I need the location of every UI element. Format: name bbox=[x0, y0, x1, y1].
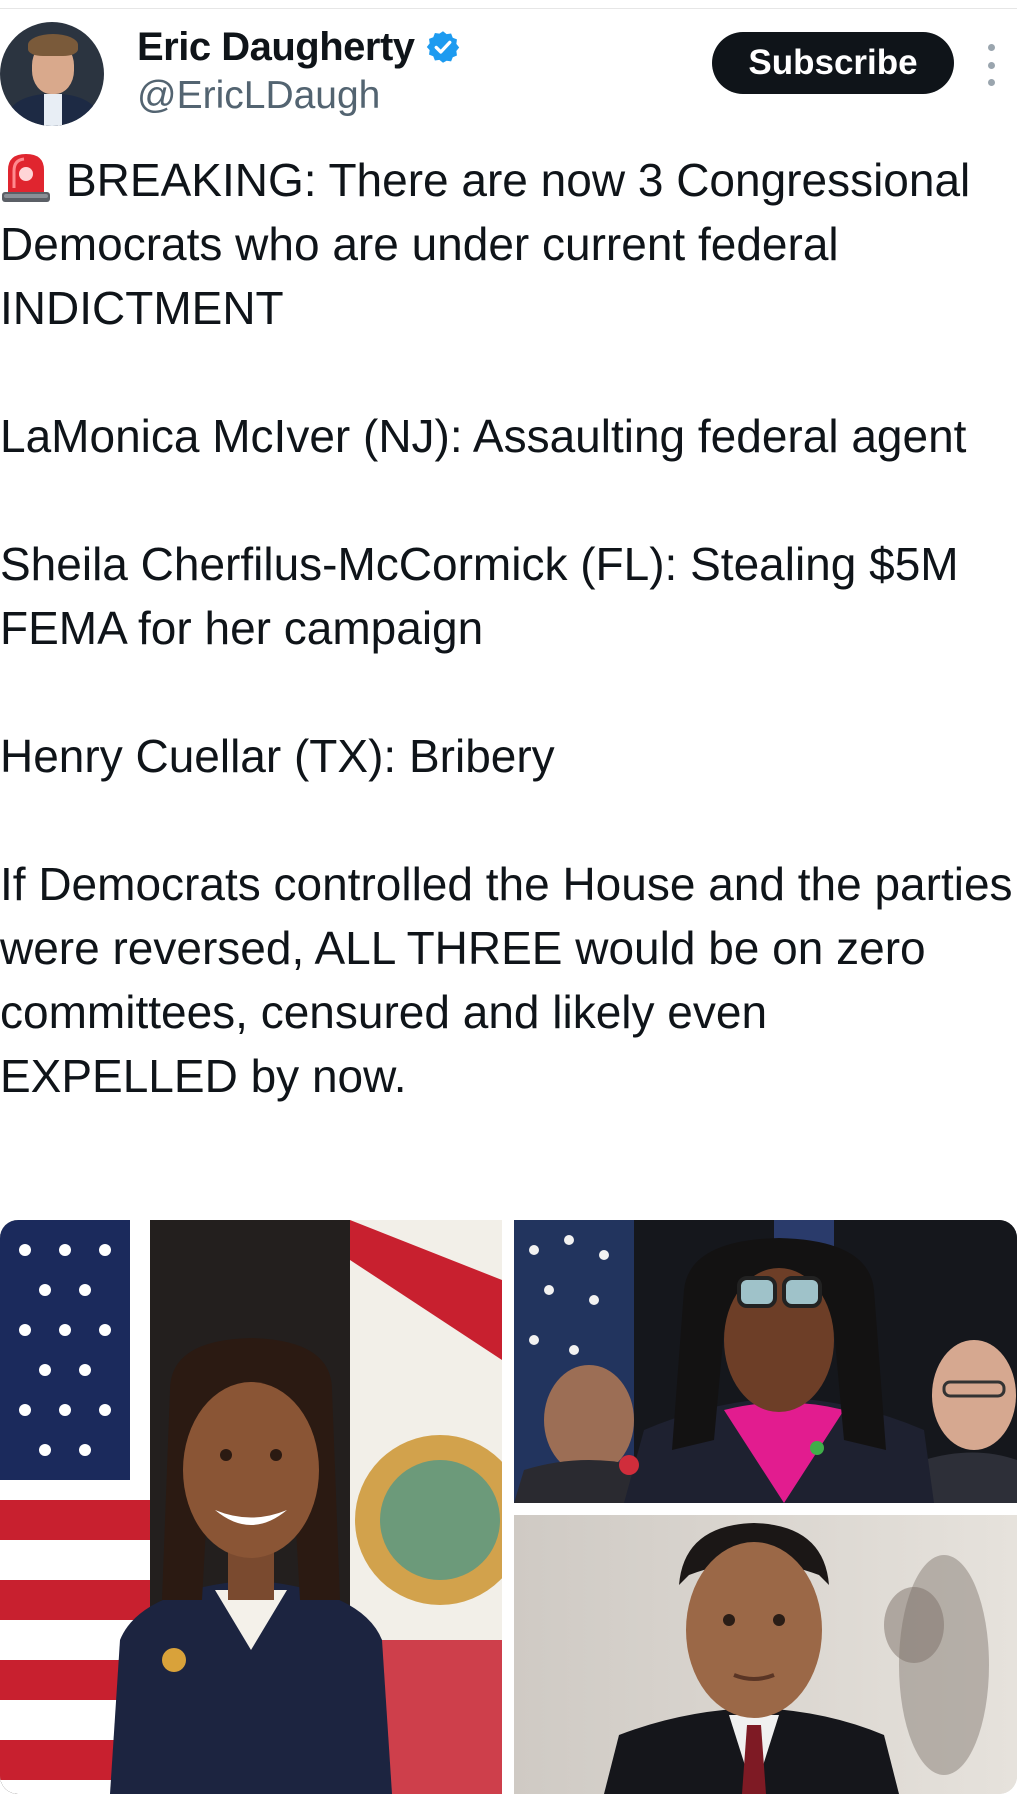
post-header: Eric Daugherty @EricLDaugh Subscribe bbox=[0, 18, 1017, 128]
police-light-icon bbox=[2, 154, 50, 202]
more-options-icon[interactable] bbox=[985, 44, 997, 86]
author-avatar[interactable] bbox=[0, 22, 104, 126]
verified-badge-icon bbox=[426, 31, 459, 63]
paragraph-breaking: BREAKING: There are now 3 Congressional … bbox=[0, 154, 971, 334]
photo-mciver[interactable] bbox=[514, 1220, 1017, 1503]
post-body: BREAKING: There are now 3 Congressional … bbox=[0, 148, 1017, 1172]
top-divider bbox=[0, 0, 1017, 9]
post-paragraph: BREAKING: There are now 3 Congressional … bbox=[0, 148, 1017, 340]
author-name[interactable]: Eric Daugherty bbox=[137, 25, 415, 70]
subscribe-button[interactable]: Subscribe bbox=[712, 32, 954, 94]
paragraph-cuellar: Henry Cuellar (TX): Bribery bbox=[0, 730, 555, 782]
media-grid bbox=[0, 1220, 1017, 1794]
paragraph-conclusion: If Democrats controlled the House and th… bbox=[0, 858, 1013, 1102]
paragraph-cherfilus-mccormick: Sheila Cherfilus-McCormick (FL): Stealin… bbox=[0, 538, 959, 654]
photo-cherfilus-mccormick[interactable] bbox=[0, 1220, 502, 1794]
author-name-row: Eric Daugherty bbox=[137, 22, 461, 72]
photo-cuellar[interactable] bbox=[514, 1515, 1017, 1794]
paragraph-mciver: LaMonica McIver (NJ): Assaulting federal… bbox=[0, 410, 967, 462]
author-handle[interactable]: @EricLDaugh bbox=[137, 74, 380, 118]
